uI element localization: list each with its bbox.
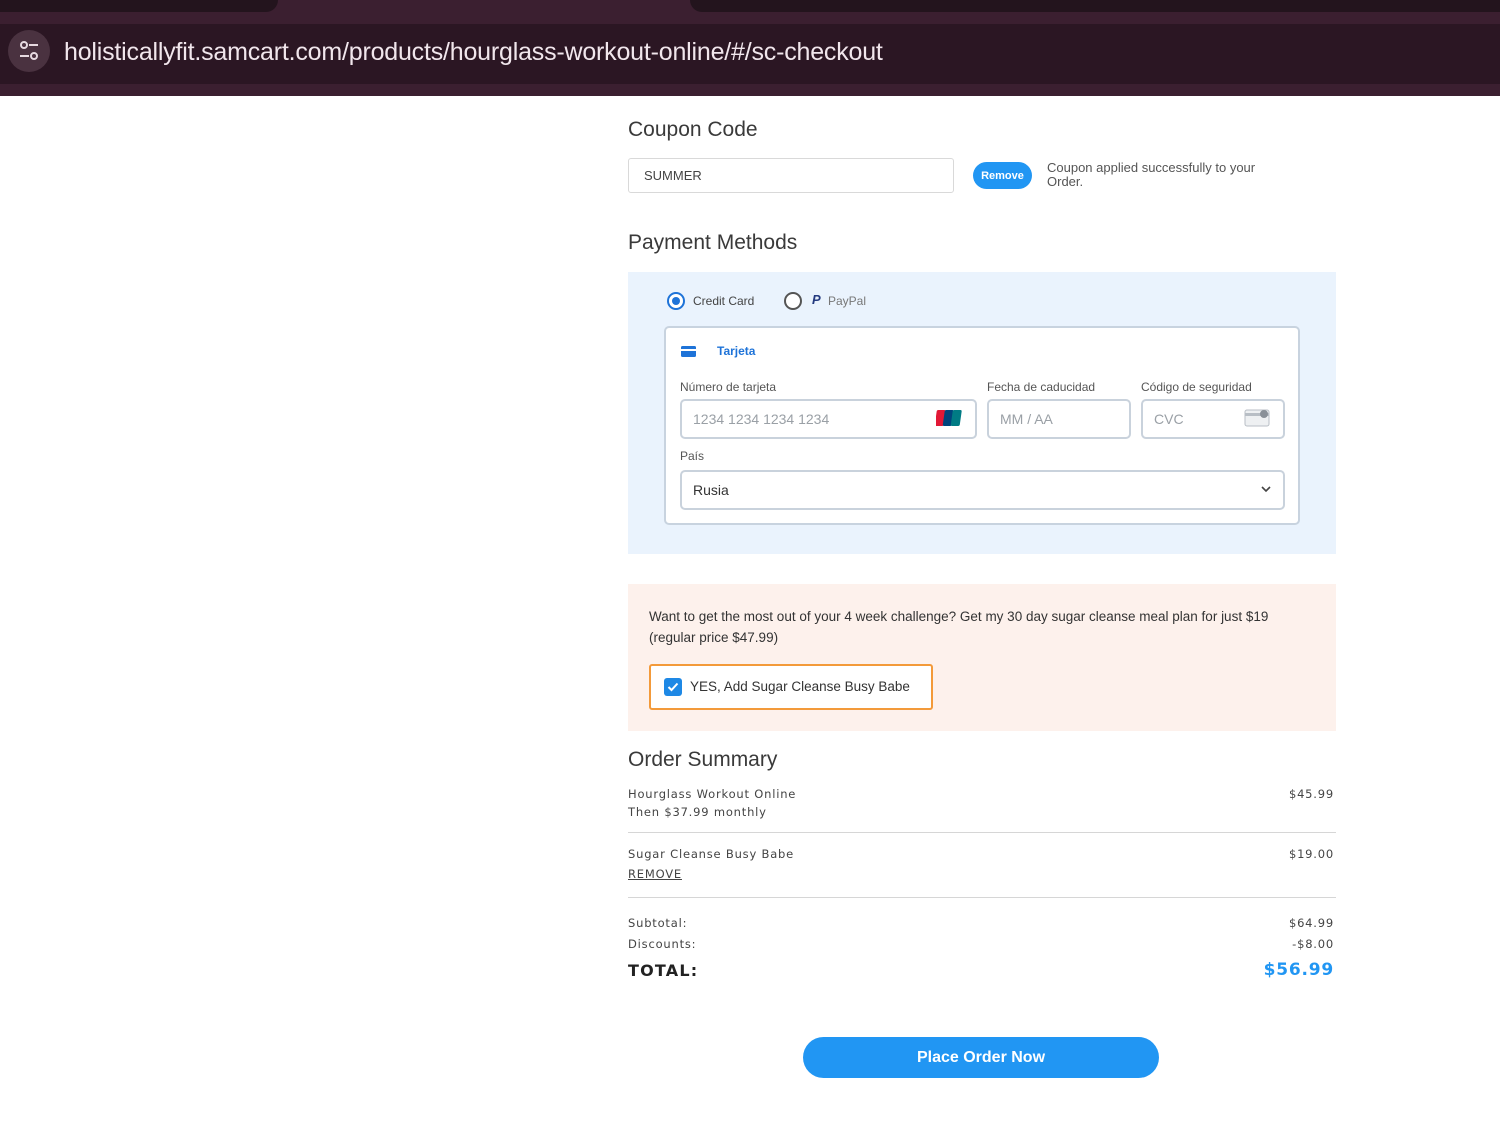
subtotal-value: $64.99 — [1288, 916, 1334, 930]
coupon-input[interactable]: SUMMER — [628, 158, 954, 193]
url-text[interactable]: holisticallyfit.samcart.com/products/hou… — [64, 38, 883, 67]
country-select[interactable]: Rusia — [680, 470, 1285, 510]
card-number-label: Número de tarjeta — [680, 380, 777, 394]
total-label: TOTAL: — [628, 961, 699, 980]
cvc-card-icon — [1244, 409, 1270, 427]
card-icon — [681, 346, 696, 357]
country-label: País — [680, 449, 705, 463]
divider — [628, 832, 1336, 833]
credit-card-label[interactable]: Credit Card — [693, 294, 754, 308]
chevron-down-icon — [1261, 486, 1271, 493]
paypal-radio[interactable] — [784, 292, 802, 310]
credit-card-radio[interactable] — [667, 292, 685, 310]
discounts-value: -$8.00 — [1292, 937, 1334, 951]
upsell-checkbox[interactable] — [664, 678, 682, 696]
line-item-name: Sugar Cleanse Busy Babe — [628, 847, 795, 861]
card-tab[interactable]: Tarjeta — [717, 344, 755, 358]
expiry-label: Fecha de caducidad — [987, 380, 1096, 394]
country-value: Rusia — [693, 482, 729, 498]
browser-tab[interactable] — [0, 0, 278, 12]
payment-heading: Payment Methods — [628, 231, 798, 254]
browser-tab-strip — [0, 0, 1500, 24]
paypal-icon: P — [812, 292, 821, 307]
cvc-label: Código de seguridad — [1141, 380, 1252, 394]
subtotal-label: Subtotal: — [628, 916, 688, 930]
line-item-subtext: Then $37.99 monthly — [628, 805, 767, 819]
coupon-heading: Coupon Code — [628, 118, 758, 141]
card-number-input[interactable]: 1234 1234 1234 1234 — [680, 399, 977, 439]
upsell-checkbox-label[interactable]: YES, Add Sugar Cleanse Busy Babe — [690, 679, 910, 694]
browser-chrome-edge — [0, 84, 1500, 96]
unionpay-icon — [936, 410, 962, 426]
card-number-placeholder: 1234 1234 1234 1234 — [693, 411, 830, 427]
discounts-label: Discounts: — [628, 937, 697, 951]
order-summary-heading: Order Summary — [628, 748, 778, 771]
line-item-price: $45.99 — [1288, 787, 1334, 801]
line-item-name: Hourglass Workout Online — [628, 787, 797, 801]
checkmark-icon — [667, 682, 679, 692]
coupon-success-message: Coupon applied successfully to your Orde… — [1047, 160, 1256, 189]
line-item-price: $19.00 — [1288, 847, 1334, 861]
total-value: $56.99 — [1263, 960, 1334, 980]
remove-coupon-button[interactable]: Remove — [973, 162, 1032, 189]
site-settings-icon[interactable] — [8, 30, 50, 72]
divider — [628, 897, 1336, 898]
browser-tab[interactable] — [690, 0, 1500, 12]
place-order-button[interactable]: Place Order Now — [803, 1037, 1159, 1078]
paypal-label[interactable]: PayPal — [828, 294, 866, 308]
upsell-text: Want to get the most out of your 4 week … — [649, 609, 1269, 645]
cvc-placeholder: CVC — [1154, 411, 1184, 427]
expiry-input[interactable]: MM / AA — [987, 399, 1131, 439]
remove-item-link[interactable]: REMOVE — [628, 867, 682, 881]
expiry-placeholder: MM / AA — [1000, 411, 1053, 427]
